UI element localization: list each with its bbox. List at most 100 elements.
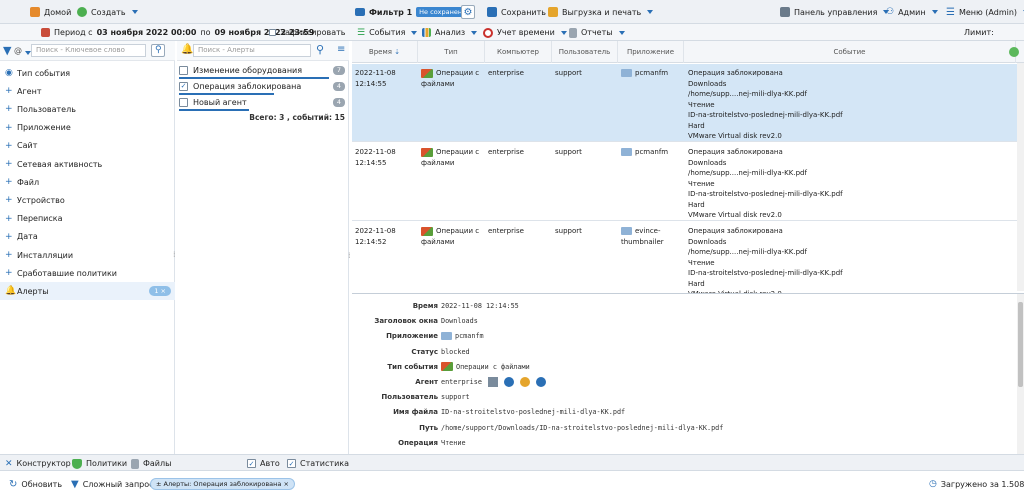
detail-value-text: /home/support/Downloads/ID-na-stroitelst… bbox=[441, 423, 724, 432]
alert-label: Изменение оборудования bbox=[193, 65, 303, 75]
tree-item-6[interactable]: + Файл bbox=[0, 173, 175, 191]
events-menu[interactable]: ☰ События bbox=[357, 24, 418, 41]
splitter-handle[interactable]: ⁞ bbox=[348, 251, 351, 260]
detail-row: Заголовок окна Downloads bbox=[352, 314, 1024, 328]
auto-checkbox[interactable]: ✓ Авто bbox=[247, 455, 280, 472]
analysis-menu[interactable]: Анализ bbox=[422, 24, 478, 41]
status-bar: ↻ Обновить ▼ Сложный запрос ± Алерты: Оп… bbox=[0, 471, 1024, 497]
left-filter-panel: ▼ @ Поиск - Ключевое слово ⚲ ◉ Тип событи… bbox=[0, 41, 175, 454]
search-button[interactable]: ⚲ bbox=[151, 44, 165, 57]
tab-policies[interactable]: Политики bbox=[72, 455, 127, 472]
at-icon[interactable]: @ bbox=[14, 46, 22, 55]
col-event[interactable]: Событие bbox=[684, 41, 1016, 63]
monitor-icon[interactable] bbox=[487, 377, 498, 387]
fix-period-checkbox[interactable]: Зафиксировать bbox=[269, 24, 345, 41]
file-icon bbox=[131, 458, 139, 469]
funnel-icon: ▼ bbox=[71, 478, 79, 490]
event-detail-panel: Время 2022-11-08 12:14:55 Заголовок окна Do… bbox=[352, 293, 1024, 455]
table-row[interactable]: 2022-11-08 12:14:55 Операции с файлами ent… bbox=[352, 143, 1024, 221]
alert-checkbox[interactable] bbox=[179, 65, 188, 75]
clock-status-icon: ◷ bbox=[929, 479, 937, 489]
alerts-search-input[interactable]: Поиск - Алерты bbox=[193, 44, 311, 57]
detail-scrollbar[interactable] bbox=[1017, 294, 1024, 455]
save-button[interactable]: Сохранить bbox=[487, 0, 546, 24]
admin-button[interactable]: ⚇ Админ bbox=[886, 0, 938, 24]
grid-scrollbar[interactable] bbox=[1017, 63, 1024, 291]
tree-item-8[interactable]: + Переписка bbox=[0, 210, 175, 228]
cell-type: Операции с файлами bbox=[421, 226, 481, 247]
tree-item-1[interactable]: + Агент bbox=[0, 82, 175, 100]
app-icon bbox=[621, 148, 632, 156]
col-app[interactable]: Приложение bbox=[618, 41, 684, 63]
alert-count-badge[interactable]: 1 × bbox=[149, 286, 171, 297]
col-user[interactable]: Пользователь bbox=[552, 41, 618, 63]
detail-row: Статус blocked bbox=[352, 345, 1024, 359]
tree-item-7[interactable]: + Устройство bbox=[0, 191, 175, 209]
filter-settings-button[interactable]: ⚙ bbox=[461, 0, 475, 24]
active-filter-chip[interactable]: ± Алерты: Операция заблокирована × bbox=[150, 471, 295, 497]
browser-icon[interactable] bbox=[519, 377, 530, 387]
tree-item-9[interactable]: + Дата bbox=[0, 228, 175, 246]
tab-constructor[interactable]: ✕ Конструктор bbox=[5, 455, 71, 472]
tab-files[interactable]: Файлы bbox=[131, 455, 171, 472]
alert-count: 4 bbox=[332, 97, 345, 107]
sort-icon: ⇣ bbox=[394, 48, 401, 56]
col-computer[interactable]: Компьютер bbox=[485, 41, 552, 63]
alert-item[interactable]: ✓ Операция заблокирована 4 bbox=[179, 79, 347, 93]
expand-icon: + bbox=[5, 250, 13, 260]
col-type[interactable]: Тип bbox=[418, 41, 485, 63]
tree-item-4[interactable]: + Сайт bbox=[0, 137, 175, 155]
event-line: Чтение bbox=[688, 179, 715, 188]
left-splitter-handle[interactable]: ⁞ bbox=[173, 250, 176, 259]
tree-item-2[interactable]: + Пользователь bbox=[0, 100, 175, 118]
dashboard-button[interactable]: Панель управления bbox=[780, 0, 890, 24]
tree-item-label: Пользователь bbox=[17, 104, 76, 114]
menu-button[interactable]: ☰ Меню (Admin) bbox=[946, 0, 1024, 24]
cell-time: 2022-11-08 12:14:55 bbox=[355, 147, 419, 168]
tree-item-11[interactable]: + Сработавшие политики bbox=[0, 264, 175, 282]
event-line: Downloads bbox=[688, 79, 727, 88]
alert-progress-line bbox=[179, 109, 249, 111]
tree-item-5[interactable]: + Сетевая активность bbox=[0, 155, 175, 173]
filter-tab[interactable]: Фильтр 1 Не сохранен bbox=[355, 0, 466, 24]
detail-row: Тип события Операции с файлами bbox=[352, 360, 1024, 374]
expand-icon: + bbox=[5, 86, 13, 97]
event-line: ID-na-stroitelstvo-poslednej-mili-dlya-K… bbox=[688, 111, 843, 119]
tree-item-0[interactable]: ◉ Тип события bbox=[0, 64, 175, 82]
tree-item-label: Переписка bbox=[17, 214, 63, 224]
left-search-row: ▼ @ Поиск - Ключевое слово ⚲ bbox=[0, 41, 175, 61]
refresh-icon: ↻ bbox=[9, 478, 18, 490]
time-tracking-menu[interactable]: Учет времени bbox=[483, 24, 567, 41]
stats-checkbox[interactable]: ✓ Статистика bbox=[287, 455, 349, 472]
complex-query-button[interactable]: ▼ Сложный запрос bbox=[71, 471, 154, 497]
app-icon bbox=[621, 69, 632, 77]
detail-label: Время bbox=[412, 302, 438, 310]
alert-checkbox[interactable] bbox=[179, 97, 188, 107]
alert-item[interactable]: Изменение оборудования 7 bbox=[179, 63, 347, 77]
cell-time: 2022-11-08 12:14:52 bbox=[355, 226, 419, 247]
gear-icon[interactable] bbox=[503, 377, 514, 387]
alerts-menu-icon[interactable]: ≡ bbox=[337, 44, 345, 55]
tree-item-3[interactable]: + Приложение bbox=[0, 119, 175, 137]
tree-item-10[interactable]: + Инсталляции bbox=[0, 246, 175, 264]
home-button[interactable]: Домой bbox=[30, 0, 71, 24]
detail-value: support bbox=[441, 393, 470, 401]
alert-item[interactable]: Новый агент 4 bbox=[179, 95, 347, 109]
filter-icon[interactable]: ▼ bbox=[3, 44, 11, 57]
table-row[interactable]: 2022-11-08 12:14:55 Операции с файлами ent… bbox=[352, 64, 1024, 142]
alerts-search-icon[interactable]: ⚲ bbox=[316, 43, 324, 56]
create-button[interactable]: Создать bbox=[77, 0, 138, 24]
detail-value-text: support bbox=[441, 393, 470, 402]
grid-settings-icon[interactable] bbox=[1004, 41, 1024, 63]
info-icon[interactable] bbox=[535, 377, 546, 387]
reports-menu[interactable]: Отчеты bbox=[569, 24, 625, 41]
alert-checkbox[interactable]: ✓ bbox=[179, 81, 188, 91]
keyword-search-input[interactable]: Поиск - Ключевое слово bbox=[31, 44, 146, 57]
export-button[interactable]: Выгрузка и печать bbox=[548, 0, 654, 24]
col-time[interactable]: Время ⇣ bbox=[352, 41, 418, 63]
tree-item-12[interactable]: 🔔 Алерты 1 × bbox=[0, 282, 175, 301]
cell-event: Операция заблокирована Downloads/home/sup… bbox=[688, 147, 1008, 221]
refresh-button[interactable]: ↻ Обновить bbox=[9, 471, 62, 497]
event-line: /home/supp....nej-mili-dlya-KK.pdf bbox=[688, 90, 807, 98]
table-row[interactable]: 2022-11-08 12:14:52 Операции с файлами ent… bbox=[352, 222, 1024, 300]
